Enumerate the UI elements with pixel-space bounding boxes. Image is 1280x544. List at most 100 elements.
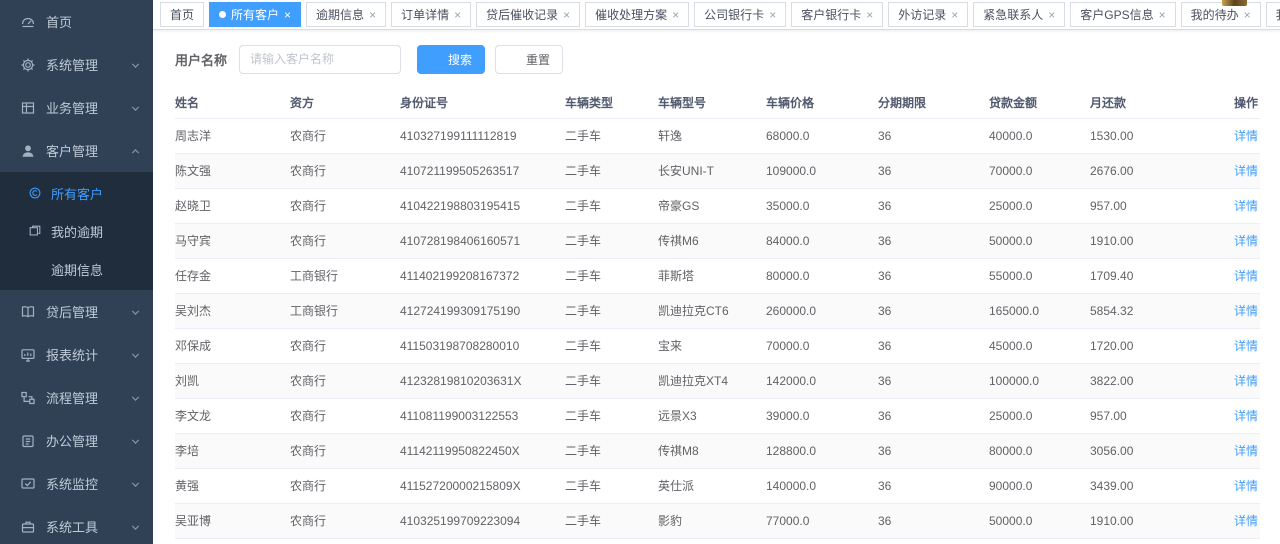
tab-3[interactable]: 订单详情× <box>391 2 471 27</box>
detail-link[interactable]: 详情 <box>1234 269 1258 283</box>
refresh-icon <box>508 53 521 66</box>
search-button-label: 搜索 <box>448 51 472 68</box>
tab-8[interactable]: 外访记录× <box>888 2 968 27</box>
column-header: 车辆价格 <box>766 88 878 118</box>
tab-12[interactable]: 我的流程× <box>1266 2 1280 27</box>
close-icon[interactable]: × <box>951 9 958 21</box>
customer-name-input[interactable] <box>239 45 401 74</box>
detail-link[interactable]: 详情 <box>1234 409 1258 423</box>
detail-link[interactable]: 详情 <box>1234 199 1258 213</box>
close-icon[interactable]: × <box>1244 9 1251 21</box>
table-header-row: 姓名资方身份证号车辆类型车辆型号车辆价格分期期限贷款金额月还款操作 <box>175 88 1260 118</box>
cell-vehicle_model: 宝来 <box>658 328 766 363</box>
book-icon <box>20 304 36 320</box>
cell-loan_amount: 55000.0 <box>989 258 1090 293</box>
table-row: 李文龙农商行411081199003122553二手车远景X339000.036… <box>175 398 1260 433</box>
sidebar-subitem-0[interactable]: 所有客户 <box>0 174 153 212</box>
detail-link[interactable]: 详情 <box>1234 479 1258 493</box>
tab-10[interactable]: 客户GPS信息× <box>1070 2 1175 27</box>
detail-link[interactable]: 详情 <box>1234 304 1258 318</box>
table-row: 赵晓卫农商行410422198803195415二手车帝豪GS35000.036… <box>175 188 1260 223</box>
sidebar-item-1[interactable]: 系统管理 <box>0 43 153 86</box>
sidebar-item-label: 贷后管理 <box>46 302 130 321</box>
cell-vehicle_price: 80000.0 <box>766 258 878 293</box>
table-row: 吴刘杰工商银行412724199309175190二手车凯迪拉克CT626000… <box>175 293 1260 328</box>
detail-link[interactable]: 详情 <box>1234 514 1258 528</box>
sidebar-item-label: 办公管理 <box>46 431 130 450</box>
tab-label: 首页 <box>170 6 194 23</box>
content-panel: 用户名称 搜索 重置 姓名资方身份证号车辆类型车辆型号车辆价格分期期限贷款金额月… <box>153 30 1280 544</box>
tab-4[interactable]: 贷后催收记录× <box>476 2 580 27</box>
detail-link[interactable]: 详情 <box>1234 339 1258 353</box>
close-icon[interactable]: × <box>563 9 570 21</box>
close-icon[interactable]: × <box>769 9 776 21</box>
tab-5[interactable]: 催收处理方案× <box>585 2 689 27</box>
close-icon[interactable]: × <box>866 9 873 21</box>
tab-7[interactable]: 客户银行卡× <box>791 2 883 27</box>
detail-link[interactable]: 详情 <box>1234 129 1258 143</box>
cell-vehicle_type: 二手车 <box>565 328 658 363</box>
cell-term: 36 <box>878 118 989 153</box>
cell-monthly: 1530.00 <box>1090 118 1205 153</box>
sidebar-item-2[interactable]: 业务管理 <box>0 86 153 129</box>
tab-6[interactable]: 公司银行卡× <box>694 2 786 27</box>
sidebar-item-0[interactable]: 首页 <box>0 0 153 43</box>
report-icon <box>20 347 36 363</box>
tab-label: 逾期信息 <box>316 6 364 23</box>
sidebar-item-9[interactable]: 系统工具 <box>0 505 153 544</box>
avatar-image[interactable] <box>1222 0 1247 6</box>
cell-vehicle_model: 菲斯塔 <box>658 258 766 293</box>
chevron-down-icon <box>130 478 141 489</box>
sidebar-item-4[interactable]: 贷后管理 <box>0 290 153 333</box>
tab-0[interactable]: 首页 <box>160 2 204 27</box>
tab-1[interactable]: 所有客户× <box>209 2 301 27</box>
cell-term: 36 <box>878 503 989 538</box>
close-icon[interactable]: × <box>454 9 461 21</box>
cell-vehicle_price <box>766 538 878 544</box>
tab-2[interactable]: 逾期信息 × <box>306 2 386 27</box>
sidebar-item-7[interactable]: 办公管理 <box>0 419 153 462</box>
cell-name: 李文龙 <box>175 398 290 433</box>
table-row: 周志洋农商行410327199111112819二手车轩逸68000.03640… <box>175 118 1260 153</box>
tab-9[interactable]: 紧急联系人× <box>973 2 1065 27</box>
close-icon[interactable]: × <box>1048 9 1055 21</box>
cell-id_no: 410327199111112819 <box>400 118 565 153</box>
cell-id_no: 411402199208167372 <box>400 258 565 293</box>
sidebar-item-5[interactable]: 报表统计 <box>0 333 153 376</box>
column-header: 车辆类型 <box>565 88 658 118</box>
detail-link[interactable]: 详情 <box>1234 374 1258 388</box>
cell-vehicle_type: 二手车 <box>565 503 658 538</box>
sidebar-subitem-1[interactable]: 我的逾期 <box>0 212 153 250</box>
cell-name: 赵晓卫 <box>175 188 290 223</box>
sidebar-subitem-label: 逾期信息 <box>51 260 103 279</box>
clipboard-icon <box>20 433 36 449</box>
cell-monthly: 3822.00 <box>1090 363 1205 398</box>
cell-term: 36 <box>878 468 989 503</box>
cell-vehicle_model: 影豹 <box>658 503 766 538</box>
close-icon[interactable]: × <box>1159 9 1166 21</box>
cell-vehicle_price: 109000.0 <box>766 153 878 188</box>
user-icon <box>20 143 36 159</box>
sidebar-item-3[interactable]: 客户管理 <box>0 129 153 172</box>
detail-link[interactable]: 详情 <box>1234 444 1258 458</box>
cell-name: 周志洋 <box>175 118 290 153</box>
close-icon[interactable]: × <box>672 9 679 21</box>
sidebar-submenu: 所有客户我的逾期逾期信息 <box>0 172 153 290</box>
cell-action: 详情 <box>1205 363 1260 398</box>
close-icon[interactable]: × <box>284 9 291 21</box>
cell-vehicle_type: 二手车 <box>565 223 658 258</box>
sidebar-item-8[interactable]: 系统监控 <box>0 462 153 505</box>
reset-button[interactable]: 重置 <box>495 45 563 74</box>
sidebar-subitem-2[interactable]: 逾期信息 <box>0 250 153 288</box>
cell-monthly: 3056.00 <box>1090 433 1205 468</box>
search-button[interactable]: 搜索 <box>417 45 485 74</box>
detail-link[interactable]: 详情 <box>1234 164 1258 178</box>
cell-name: 黄强 <box>175 468 290 503</box>
detail-link[interactable]: 详情 <box>1234 234 1258 248</box>
sidebar-item-6[interactable]: 流程管理 <box>0 376 153 419</box>
cell-loan_amount: 90000.0 <box>989 468 1090 503</box>
cell-name: 马守宾 <box>175 223 290 258</box>
cell-id_no: 41152720000215809X <box>400 468 565 503</box>
tab-11[interactable]: 我的待办× <box>1181 2 1261 27</box>
close-icon[interactable]: × <box>369 9 376 21</box>
